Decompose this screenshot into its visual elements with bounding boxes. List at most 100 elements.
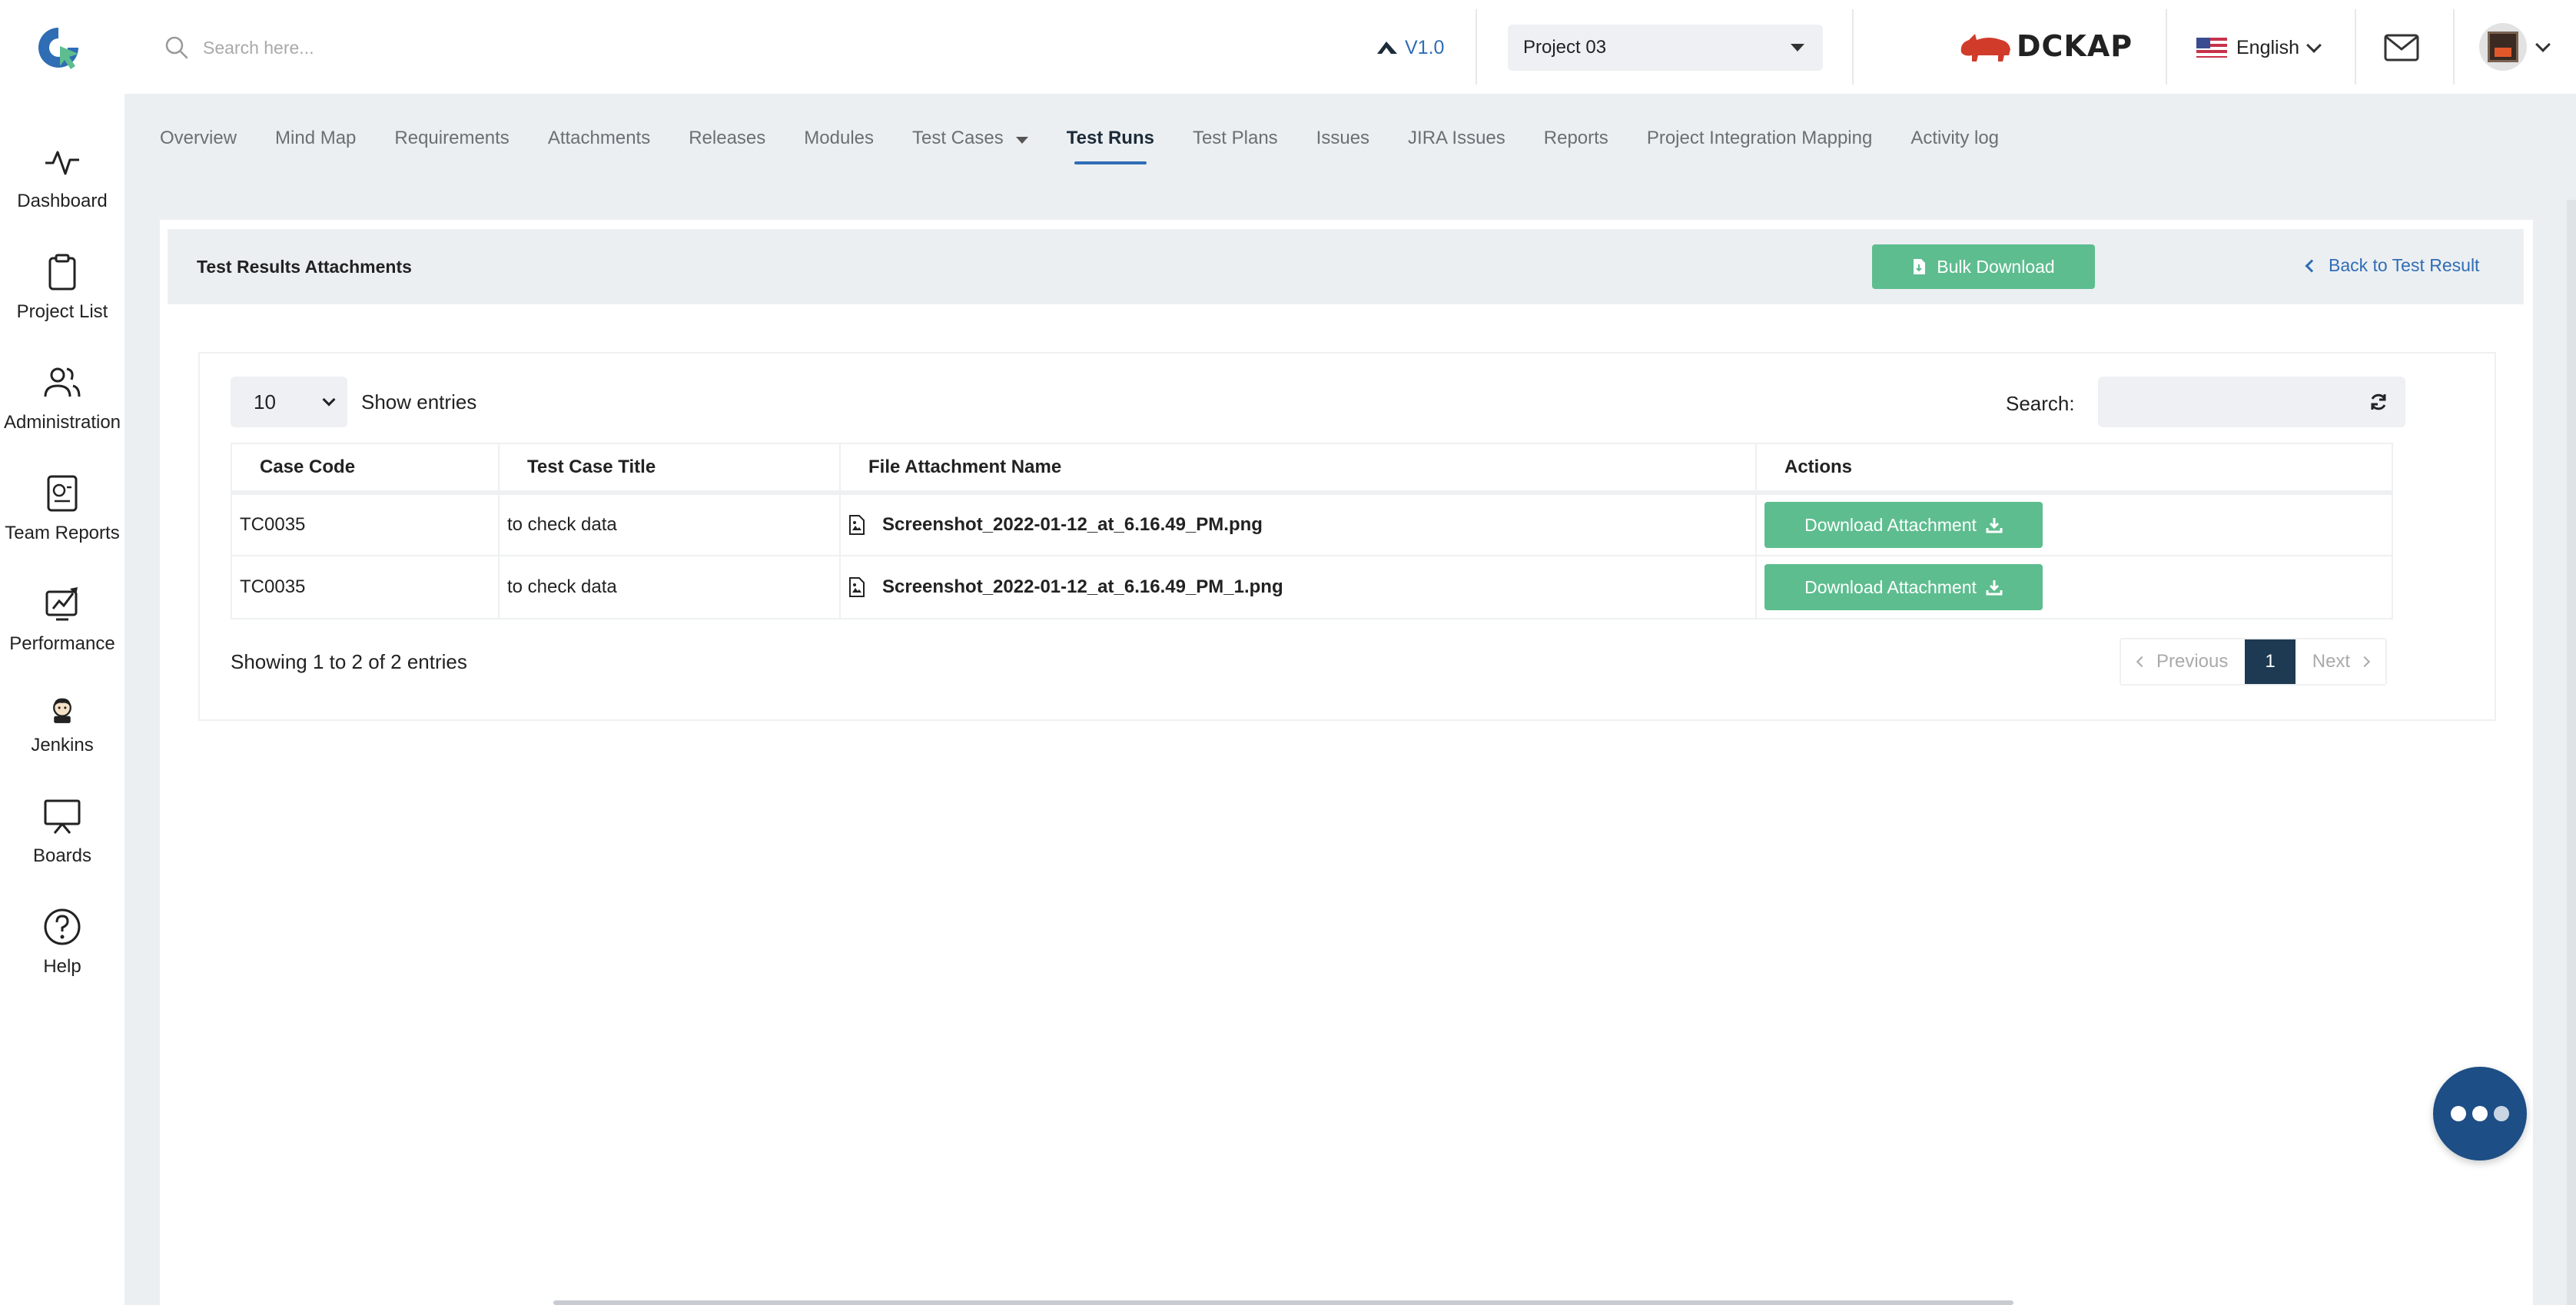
- sidebar-item-performance[interactable]: Performance: [0, 584, 124, 676]
- image-file-icon: [849, 577, 865, 597]
- column-header[interactable]: Test Case Title: [498, 443, 841, 495]
- dot-icon: [2494, 1106, 2509, 1121]
- tab-test-plans[interactable]: Test Plans: [1193, 128, 1278, 168]
- pagination-next-label: Next: [2312, 651, 2351, 672]
- actions-cell: Download Attachment: [1755, 555, 2393, 619]
- pagination-info: Showing 1 to 2 of 2 entries: [231, 650, 467, 673]
- user-menu[interactable]: [2479, 22, 2551, 72]
- download-icon: [1986, 580, 2003, 596]
- divider: [2355, 9, 2356, 85]
- attachments-table: Case Code Test Case Title File Attachmen…: [231, 443, 2393, 619]
- sidebar-item-label: Administration: [3, 412, 121, 433]
- project-select[interactable]: Project 03: [1508, 25, 1823, 71]
- tab-releases[interactable]: Releases: [689, 128, 765, 168]
- sidebar-item-label: Jenkins: [31, 735, 94, 755]
- download-attachment-button[interactable]: Download Attachment: [1764, 502, 2043, 548]
- sidebar-item-dashboard[interactable]: Dashboard: [0, 141, 124, 234]
- sidebar-item-label: Boards: [32, 845, 92, 866]
- tab-attachments[interactable]: Attachments: [548, 128, 650, 168]
- bulk-download-label: Bulk Download: [1937, 256, 2055, 277]
- column-header: Actions: [1755, 443, 2393, 495]
- pagination-page-1[interactable]: 1: [2245, 639, 2295, 684]
- brand-logo: DCKAP: [1958, 23, 2133, 69]
- sidebar-item-label: Dashboard: [17, 191, 108, 211]
- jenkins-icon: [53, 698, 71, 723]
- global-search-input[interactable]: [203, 37, 664, 58]
- sidebar-item-project-list[interactable]: Project List: [0, 252, 124, 344]
- tab-project-integration-mapping[interactable]: Project Integration Mapping: [1647, 128, 1873, 168]
- tab-test-cases[interactable]: Test Cases: [912, 128, 1028, 168]
- content-card: Test Results Attachments Bulk Download B…: [160, 220, 2533, 1305]
- table-search-input[interactable]: [2098, 377, 2405, 427]
- table-row: TC0035 to check data Screenshot_2022-01-…: [231, 492, 2393, 556]
- sidebar-item-administration[interactable]: Administration: [0, 363, 124, 455]
- tab-label: Test Plans: [1192, 128, 1278, 148]
- tab-jira-issues[interactable]: JIRA Issues: [1408, 128, 1505, 168]
- refresh-icon[interactable]: [2369, 392, 2388, 412]
- tab-label: Requirements: [394, 128, 510, 148]
- sidebar-item-help[interactable]: Help: [0, 907, 124, 999]
- tab-label: JIRA Issues: [1408, 128, 1505, 148]
- download-icon: [1986, 518, 2003, 533]
- version-icon: [1377, 42, 1397, 54]
- tab-label: Activity log: [1910, 128, 2000, 148]
- tab-mind-map[interactable]: Mind Map: [275, 128, 356, 168]
- table-header-row: Case Code Test Case Title File Attachmen…: [231, 443, 2393, 495]
- page-title: Test Results Attachments: [197, 257, 412, 277]
- rhino-icon: [1960, 34, 2010, 61]
- chevron-down-icon: [2306, 38, 2322, 53]
- case-code-cell: TC0035: [231, 492, 500, 556]
- tab-label: Issues: [1316, 128, 1370, 148]
- language-select[interactable]: English: [2196, 31, 2322, 65]
- tab-reports[interactable]: Reports: [1544, 128, 1608, 168]
- sidebar-item-jenkins[interactable]: Jenkins: [0, 695, 124, 787]
- sidebar-item-team-reports[interactable]: Team Reports: [0, 473, 124, 566]
- avatar-image: [2488, 32, 2518, 62]
- global-search[interactable]: [163, 26, 701, 69]
- show-entries-label: Show entries: [361, 390, 477, 413]
- avatar[interactable]: [2479, 23, 2527, 71]
- download-attachment-button[interactable]: Download Attachment: [1764, 564, 2043, 610]
- actions-cell: Download Attachment: [1755, 492, 2393, 556]
- tab-requirements[interactable]: Requirements: [394, 128, 509, 168]
- tab-label: Project Integration Mapping: [1646, 128, 1873, 148]
- search-icon: [165, 36, 188, 59]
- column-header[interactable]: File Attachment Name: [839, 443, 1757, 495]
- table-search-label: Search:: [2006, 392, 2075, 415]
- help-icon: [44, 908, 81, 945]
- users-icon: [44, 367, 81, 397]
- page-scrollbar[interactable]: [2567, 200, 2576, 1305]
- pagination: Previous 1 Next: [2120, 638, 2388, 686]
- column-header[interactable]: Case Code: [231, 443, 500, 495]
- back-to-test-result-link[interactable]: Back to Test Result: [2305, 255, 2480, 276]
- brand-name: DCKAP: [2017, 29, 2133, 63]
- board-icon: [44, 799, 81, 834]
- us-flag-icon: [2196, 38, 2227, 58]
- sidebar-item-label: Performance: [9, 633, 115, 654]
- sidebar-item-label: Team Reports: [5, 523, 120, 543]
- page-length-select[interactable]: 10: [231, 377, 347, 427]
- tab-modules[interactable]: Modules: [804, 128, 874, 168]
- bulk-download-button[interactable]: Bulk Download: [1872, 244, 2095, 289]
- tab-label: Attachments: [547, 128, 651, 148]
- pagination-previous[interactable]: Previous: [2121, 639, 2246, 684]
- tab-overview[interactable]: Overview: [160, 128, 237, 168]
- back-link-label: Back to Test Result: [2329, 255, 2480, 275]
- tab-label: Test Runs: [1066, 128, 1154, 148]
- app-logo-icon[interactable]: [34, 23, 83, 72]
- pagination-next[interactable]: Next: [2295, 639, 2386, 684]
- chevron-down-icon: [322, 393, 336, 407]
- page-length-value: 10: [254, 390, 276, 413]
- case-code-cell: TC0035: [231, 555, 500, 619]
- tab-label: Mind Map: [275, 128, 357, 148]
- file-name: Screenshot_2022-01-12_at_6.16.49_PM_1.pn…: [882, 576, 1283, 597]
- top-header: V1.0 Project 03 DCKAP English: [0, 0, 2576, 94]
- chat-fab-button[interactable]: [2433, 1067, 2527, 1161]
- mail-icon[interactable]: [2382, 31, 2421, 65]
- tab-test-runs[interactable]: Test Runs: [1067, 128, 1154, 168]
- project-select-value: Project 03: [1523, 37, 1607, 58]
- sidebar-item-boards[interactable]: Boards: [0, 796, 124, 888]
- tab-label: Test Cases: [912, 128, 1004, 148]
- tab-activity-log[interactable]: Activity log: [1910, 128, 1999, 168]
- tab-issues[interactable]: Issues: [1316, 128, 1369, 168]
